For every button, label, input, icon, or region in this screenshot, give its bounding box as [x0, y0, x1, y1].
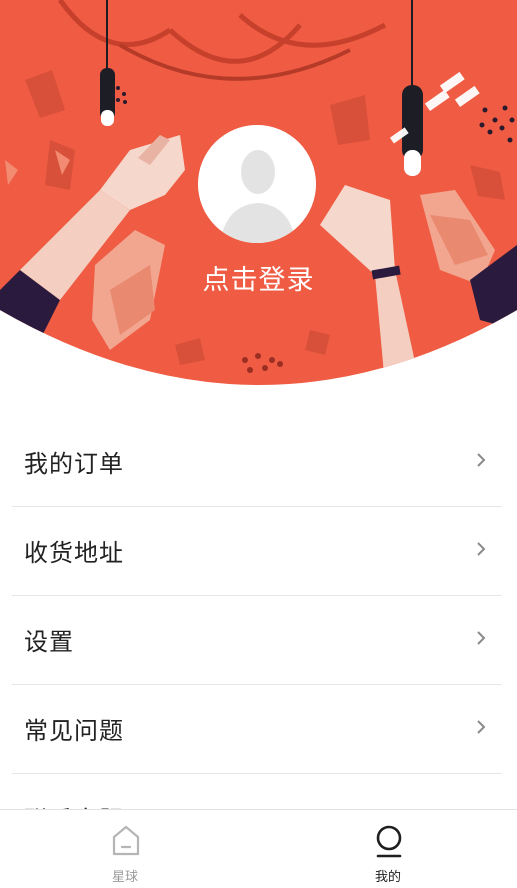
- user-avatar[interactable]: [198, 125, 316, 243]
- login-link[interactable]: 点击登录: [0, 258, 517, 297]
- profile-menu: 我的订单 收货地址 设置 常见问题 联系客服: [0, 418, 517, 863]
- menu-item-my-orders[interactable]: 我的订单: [12, 418, 502, 507]
- menu-item-label: 常见问题: [24, 717, 124, 745]
- profile-icon: [376, 825, 402, 858]
- menu-item-label: 设置: [24, 628, 74, 656]
- bottom-tab-bar: 星球 我的: [0, 809, 517, 888]
- menu-item-label: 我的订单: [24, 450, 124, 478]
- chevron-right-icon: [477, 542, 486, 556]
- profile-header: 点击登录: [0, 0, 517, 385]
- tab-label: 我的: [374, 870, 401, 885]
- user-silhouette-icon: [198, 125, 316, 243]
- menu-item-faq[interactable]: 常见问题: [12, 685, 502, 774]
- menu-item-settings[interactable]: 设置: [12, 596, 502, 685]
- chevron-right-icon: [477, 720, 486, 734]
- chevron-right-icon: [477, 631, 486, 645]
- tab-label: 星球: [111, 870, 138, 885]
- tab-mine[interactable]: 我的: [318, 810, 458, 888]
- menu-item-label: 收货地址: [24, 539, 124, 567]
- house-icon: [112, 825, 140, 856]
- tab-planet[interactable]: 星球: [55, 810, 195, 888]
- menu-item-shipping-address[interactable]: 收货地址: [12, 507, 502, 596]
- chevron-right-icon: [477, 453, 486, 467]
